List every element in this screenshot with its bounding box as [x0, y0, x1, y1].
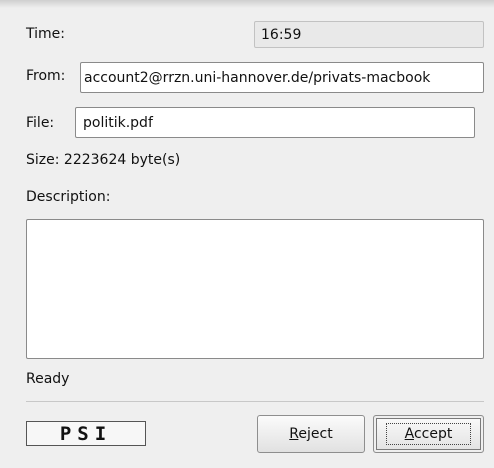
time-value-text: 16:59: [261, 26, 302, 43]
top-shadow: [0, 0, 494, 8]
size-label: Size:: [26, 152, 60, 168]
description-textarea[interactable]: [26, 219, 484, 359]
from-label: From:: [26, 68, 66, 84]
time-value: 16:59: [254, 21, 484, 48]
accept-button[interactable]: Accept: [373, 415, 484, 453]
description-label: Description:: [26, 189, 111, 205]
time-label: Time:: [26, 26, 65, 42]
from-field[interactable]: account2@rrzn.uni-hannover.de/privats-ma…: [80, 62, 484, 93]
file-field[interactable]: politik.pdf: [75, 107, 475, 138]
separator: [26, 401, 484, 402]
from-field-text: account2@rrzn.uni-hannover.de/privats-ma…: [84, 69, 431, 86]
reject-button[interactable]: Reject: [257, 415, 365, 453]
reject-button-label: Reject: [289, 426, 333, 442]
accept-button-label: Accept: [385, 423, 472, 445]
size-value: 2223624 byte(s): [63, 152, 181, 168]
file-label: File:: [26, 115, 55, 131]
size-row: Size: 2223624 byte(s): [26, 152, 180, 168]
psi-logo: PSI: [26, 421, 146, 446]
file-field-text: politik.pdf: [83, 114, 153, 131]
status-text: Ready: [26, 371, 70, 387]
